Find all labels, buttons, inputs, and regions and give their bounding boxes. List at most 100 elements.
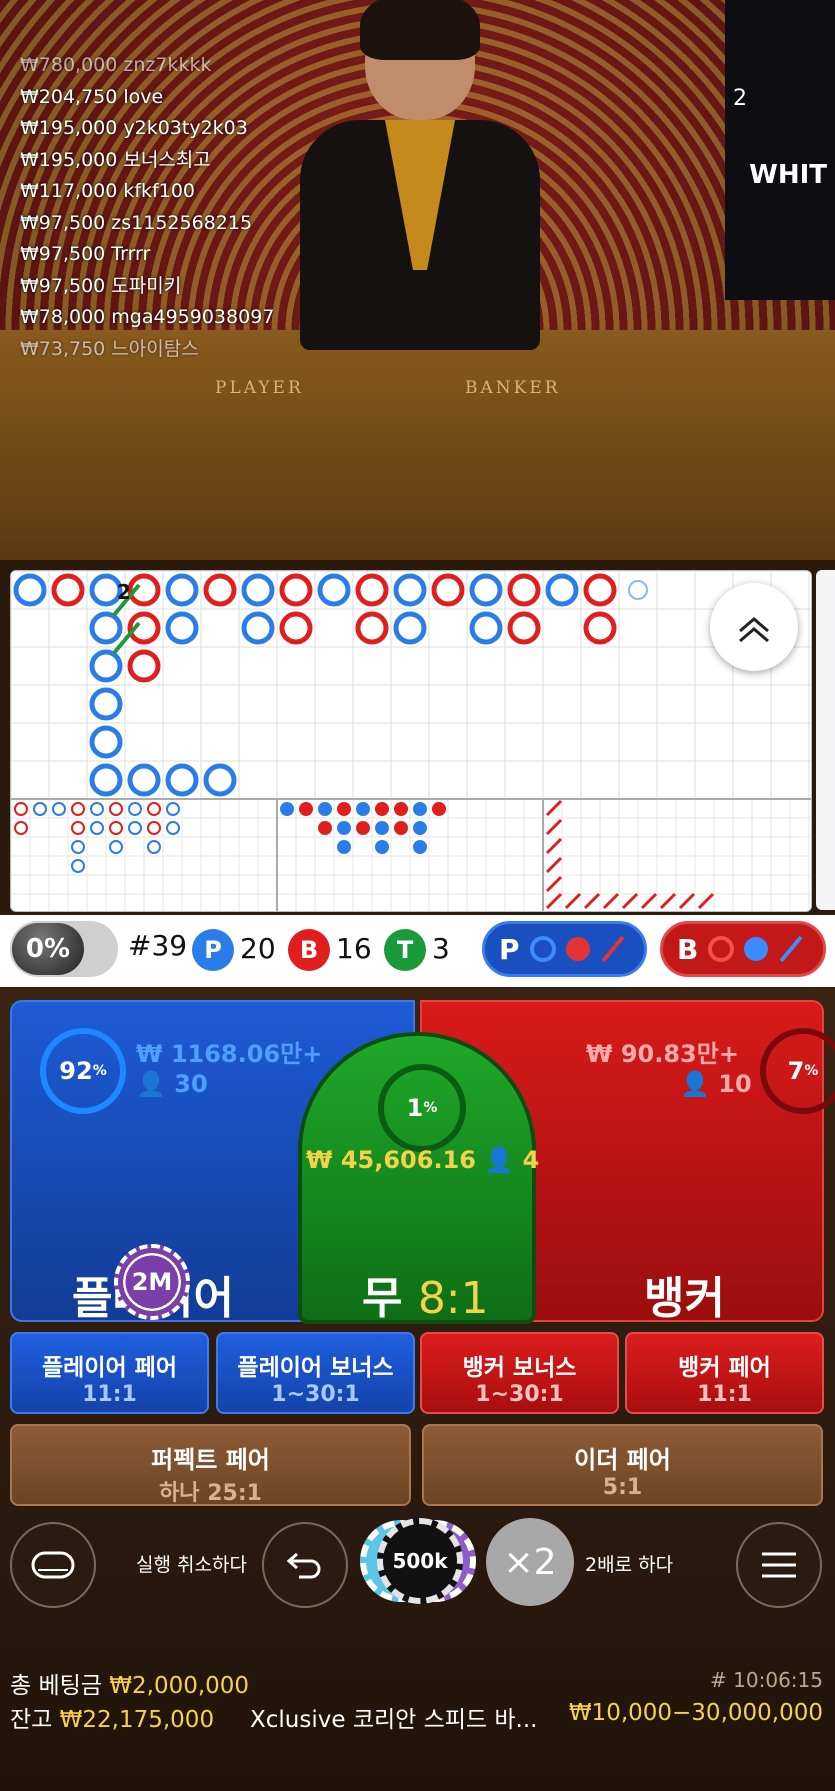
perfect-pair-bet[interactable]: 퍼펙트 페어 하나 25:1 bbox=[10, 1424, 411, 1506]
lobby-button[interactable] bbox=[10, 1522, 96, 1608]
balance-label: 잔고 bbox=[10, 1707, 53, 1733]
side-bet-banker-bonus[interactable]: 뱅커 보너스 1~30:1 bbox=[420, 1332, 619, 1414]
small-road-circle bbox=[109, 821, 123, 835]
expand-roadmap-button[interactable] bbox=[710, 583, 798, 671]
bead-circle bbox=[241, 611, 275, 645]
tie-percent-ring: 1% bbox=[378, 1064, 466, 1152]
winner-name: 느아이탐스 bbox=[111, 337, 199, 360]
menu-button[interactable] bbox=[736, 1522, 822, 1608]
bead-circle bbox=[241, 573, 275, 607]
percent-toggle[interactable]: 0% bbox=[10, 921, 118, 977]
winner-row: ₩97,500 도파미키 bbox=[20, 271, 274, 303]
bead-circle bbox=[507, 573, 541, 607]
double-button[interactable]: ×2 bbox=[486, 1518, 574, 1606]
predict-player-label: P bbox=[499, 932, 520, 966]
small-road-circle bbox=[109, 802, 123, 816]
bead-circle bbox=[393, 573, 427, 607]
road-dot bbox=[413, 821, 427, 835]
side-bet-player-pair[interactable]: 플레이어 페어 11:1 bbox=[10, 1332, 209, 1414]
winner-name: 도파미키 bbox=[111, 274, 182, 297]
road-dot bbox=[375, 821, 389, 835]
total-bet-label: 총 베팅금 bbox=[10, 1673, 102, 1699]
bead-circle bbox=[393, 611, 427, 645]
bead-circle bbox=[317, 573, 351, 607]
tie-pool: ₩ 45,606.16 bbox=[306, 1146, 476, 1174]
winner-amount: ₩204,750 bbox=[20, 85, 118, 108]
bead-circle bbox=[431, 573, 465, 607]
road-dot bbox=[337, 802, 351, 816]
bead-circle bbox=[127, 763, 161, 797]
winner-amount: ₩78,000 bbox=[20, 306, 106, 328]
table-name: Xclusive 코리안 스피드 바... bbox=[250, 1707, 538, 1733]
winner-name: Trrrr bbox=[111, 243, 151, 265]
tie-count-marker: 2 bbox=[117, 580, 131, 604]
winner-row: ₩780,000 znz7kkkk bbox=[20, 50, 274, 82]
bead-circle bbox=[279, 611, 313, 645]
bead-circle bbox=[507, 611, 541, 645]
bead-circle bbox=[279, 573, 313, 607]
predict-player-button[interactable]: P bbox=[482, 921, 647, 977]
bead-circle bbox=[583, 573, 617, 607]
predict-banker-button[interactable]: B bbox=[660, 921, 826, 977]
either-pair-bet[interactable]: 이더 페어 5:1 bbox=[422, 1424, 823, 1506]
banker-count: 16 bbox=[336, 932, 372, 965]
small-road-circle bbox=[14, 821, 28, 835]
table-icon bbox=[31, 1551, 75, 1579]
bead-circle bbox=[203, 573, 237, 607]
small-road-circle bbox=[33, 802, 47, 816]
total-bet-value: ₩2,000,000 bbox=[109, 1673, 250, 1699]
side-bet-title: 플레이어 보너스 bbox=[237, 1355, 394, 1381]
banker-users-count: 10 bbox=[718, 1070, 752, 1098]
side-bet-odds: 1~30:1 bbox=[271, 1382, 360, 1407]
chip-selector[interactable]: 500k bbox=[360, 1518, 476, 1604]
road-dot bbox=[280, 802, 294, 816]
small-road-circle bbox=[52, 802, 66, 816]
felt-player-label: PLAYER bbox=[215, 378, 304, 398]
banker-percent: 7 bbox=[787, 1057, 805, 1085]
bead-circle bbox=[203, 763, 237, 797]
winner-name: znz7kkkk bbox=[123, 54, 212, 76]
placed-chip[interactable]: 2M bbox=[114, 1244, 190, 1320]
side-screen: WHIT bbox=[725, 0, 835, 300]
side-bet-player-bonus[interactable]: 플레이어 보너스 1~30:1 bbox=[216, 1332, 415, 1414]
road-dot bbox=[432, 802, 446, 816]
dealer bbox=[290, 0, 550, 370]
road-dot bbox=[299, 802, 313, 816]
predict-banker-icons bbox=[708, 935, 803, 963]
roadmap[interactable]: 2 bbox=[10, 570, 812, 912]
tie-count: 3 bbox=[432, 932, 450, 965]
undo-button[interactable] bbox=[262, 1522, 348, 1608]
road-slash bbox=[545, 892, 563, 910]
winner-name: kfkf100 bbox=[123, 180, 196, 202]
road-dot bbox=[375, 802, 389, 816]
bead-circle bbox=[127, 649, 161, 683]
banker-users: 👤 10 bbox=[680, 1070, 752, 1098]
player-percent: 92 bbox=[59, 1057, 93, 1085]
small-road-circle bbox=[166, 821, 180, 835]
road-dot bbox=[413, 840, 427, 854]
road-slash bbox=[545, 818, 563, 836]
bead-circle bbox=[545, 573, 579, 607]
banker-label: 뱅커 bbox=[644, 1273, 725, 1324]
roadmap-grid: 2 bbox=[11, 571, 811, 911]
side-bet-banker-pair[interactable]: 뱅커 페어 11:1 bbox=[625, 1332, 824, 1414]
road-slash bbox=[583, 892, 601, 910]
small-road-circle bbox=[14, 802, 28, 816]
player-pool: ₩ 1168.06만+ bbox=[136, 1040, 323, 1068]
small-road-circle bbox=[71, 859, 85, 873]
bead-circle bbox=[628, 580, 648, 600]
stats-bar: 0% #39 P 20 B 16 T3 P B bbox=[0, 915, 835, 987]
winner-row: ₩97,500 Trrrr bbox=[20, 239, 274, 271]
side-bet-title: 뱅커 페어 bbox=[678, 1355, 771, 1381]
pair-bet-odds: 5:1 bbox=[602, 1475, 643, 1500]
bead-circle bbox=[165, 611, 199, 645]
road-dot bbox=[394, 802, 408, 816]
winner-row: ₩73,750 느아이탐스 bbox=[20, 334, 274, 366]
winner-row: ₩195,000 보너스최고 bbox=[20, 145, 274, 177]
small-road-circle bbox=[109, 840, 123, 854]
road-slash bbox=[545, 837, 563, 855]
player-users: 👤 30 bbox=[136, 1070, 208, 1098]
winner-name: y2k03ty2k03 bbox=[123, 117, 248, 139]
roadmap-side-strip[interactable] bbox=[816, 570, 835, 910]
banker-pool: ₩ 90.83만+ bbox=[586, 1040, 739, 1068]
